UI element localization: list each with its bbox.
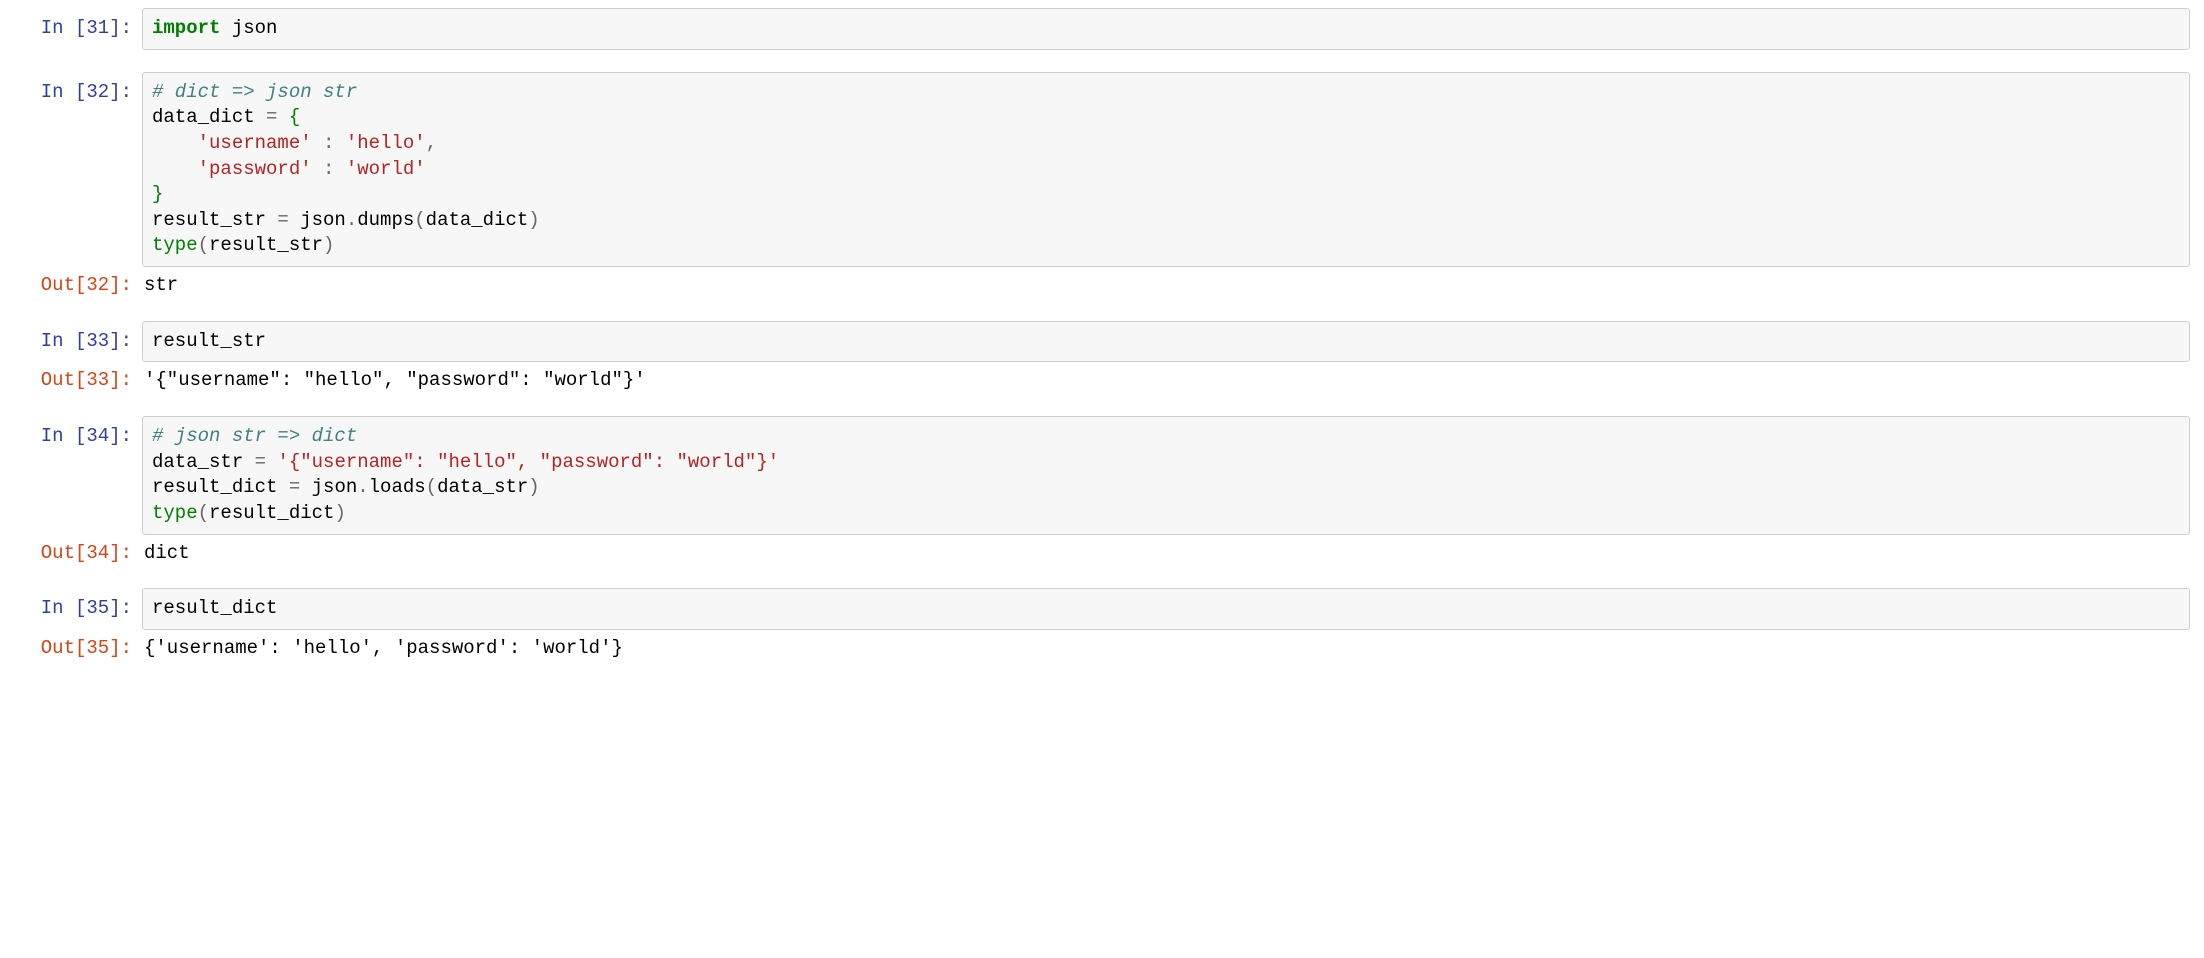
notebook-cell: In [31]: import json — [14, 8, 2190, 50]
output-text: dict — [142, 541, 2190, 567]
notebook-output-row: Out[34]: dict — [14, 541, 2190, 567]
output-prompt: Out[33]: — [14, 368, 142, 394]
code-input[interactable]: result_str — [142, 321, 2190, 363]
output-text: {'username': 'hello', 'password': 'world… — [142, 636, 2190, 662]
notebook-cell: In [32]: # dict => json str data_dict = … — [14, 72, 2190, 267]
notebook-cell: In [35]: result_dict — [14, 588, 2190, 630]
input-prompt: In [35]: — [14, 588, 142, 622]
notebook-cell: In [34]: # json str => dict data_str = '… — [14, 416, 2190, 535]
input-prompt: In [32]: — [14, 72, 142, 106]
input-prompt: In [31]: — [14, 8, 142, 42]
output-prompt: Out[34]: — [14, 541, 142, 567]
input-prompt: In [33]: — [14, 321, 142, 355]
output-text: '{"username": "hello", "password": "worl… — [142, 368, 2190, 394]
notebook-output-row: Out[32]: str — [14, 273, 2190, 299]
notebook-output-row: Out[33]: '{"username": "hello", "passwor… — [14, 368, 2190, 394]
output-prompt: Out[35]: — [14, 636, 142, 662]
code-input[interactable]: import json — [142, 8, 2190, 50]
input-prompt: In [34]: — [14, 416, 142, 450]
notebook-output-row: Out[35]: {'username': 'hello', 'password… — [14, 636, 2190, 662]
code-input[interactable]: # dict => json str data_dict = { 'userna… — [142, 72, 2190, 267]
notebook-cell: In [33]: result_str — [14, 321, 2190, 363]
output-prompt: Out[32]: — [14, 273, 142, 299]
code-input[interactable]: # json str => dict data_str = '{"usernam… — [142, 416, 2190, 535]
output-text: str — [142, 273, 2190, 299]
code-input[interactable]: result_dict — [142, 588, 2190, 630]
